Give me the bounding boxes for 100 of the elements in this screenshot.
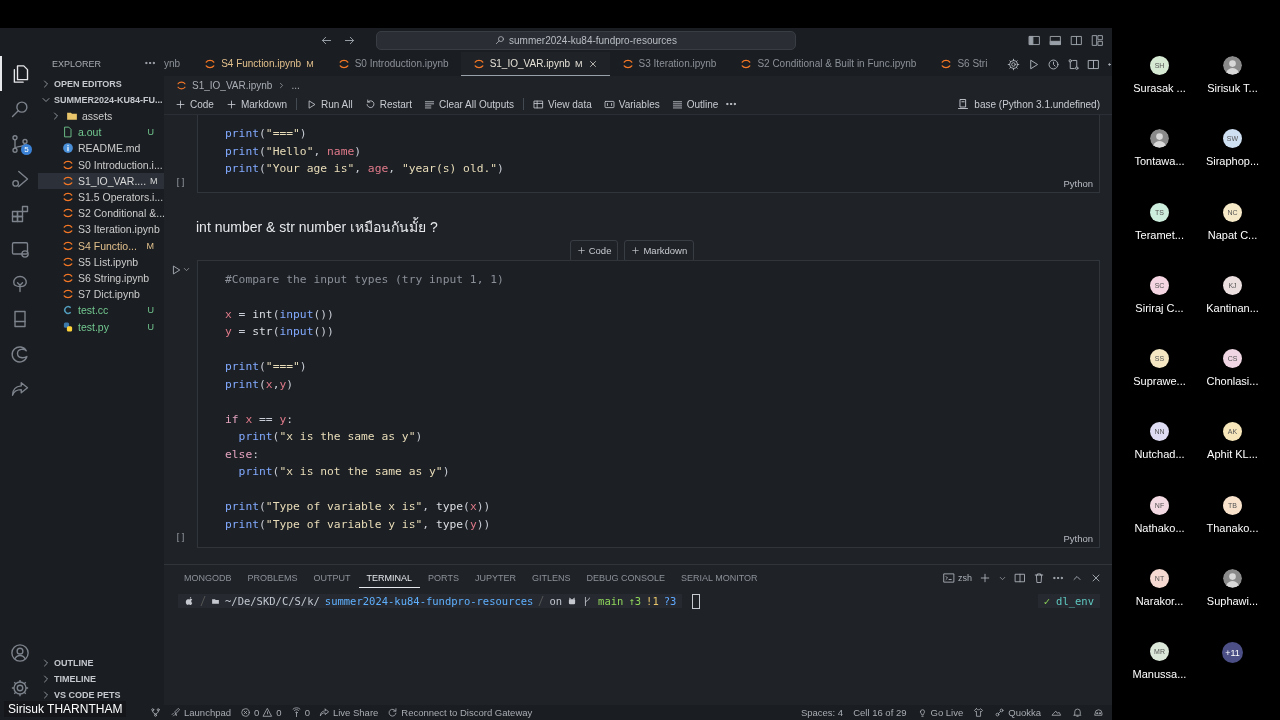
toolbar-button[interactable]: Restart [359, 98, 417, 110]
file-tree-item[interactable]: a.out U [38, 124, 164, 141]
editor-tab[interactable]: S0 Introduction.ipynb [325, 52, 461, 76]
panel-tab[interactable]: OUTPUT [305, 568, 359, 588]
run-debug-icon[interactable] [10, 168, 30, 189]
status-item[interactable]: Cell 16 of 29 [853, 707, 907, 718]
toolbar-button[interactable]: View data [528, 98, 597, 110]
chevron-icon[interactable] [182, 265, 191, 274]
apple-icon [184, 595, 195, 607]
toolbar-button[interactable]: Run All [301, 98, 358, 110]
notebook-icon [62, 223, 74, 236]
section-header[interactable]: VS CODE PETS [38, 687, 164, 703]
avatar-icon [1150, 129, 1169, 149]
insert-cell-button[interactable]: Markdown [624, 239, 695, 262]
breadcrumb-item[interactable]: S1_IO_VAR.ipynb [192, 79, 273, 91]
panel-tab[interactable]: MONGODB [176, 568, 240, 588]
panel-tab[interactable]: PROBLEMS [239, 568, 306, 588]
file-tree-item[interactable]: test.cc U [38, 302, 164, 319]
tree-icon[interactable] [10, 273, 30, 294]
panel-tab[interactable]: PORTS [420, 568, 467, 588]
language-label[interactable]: Python [1063, 177, 1093, 189]
run-cell-icon[interactable] [170, 263, 182, 276]
kernel-picker[interactable]: base (Python 3.1.undefined) [957, 98, 1100, 110]
terminal-selector[interactable]: zsh [943, 572, 972, 584]
file-tree-item[interactable]: S4 Functio... M [38, 237, 164, 254]
file-tree-item[interactable]: test.py U [38, 318, 164, 335]
status-item[interactable]: Launchpad [170, 707, 232, 718]
section-header[interactable]: TIMELINE [38, 671, 164, 687]
more-participants-badge[interactable]: +11 [1222, 642, 1243, 664]
play-icon[interactable] [1027, 57, 1041, 71]
panel-tab[interactable]: DEBUG CONSOLE [578, 568, 673, 588]
source-control-icon[interactable] [10, 133, 30, 154]
search-field[interactable]: summer2024-ku84-fundpro-resources [376, 30, 796, 50]
file-tree-item[interactable]: S1.5 Operators.i... [38, 188, 164, 206]
panel-tab[interactable]: SERIAL MONITOR [672, 568, 766, 588]
toolbar-button[interactable]: Variables [598, 98, 665, 110]
language-label[interactable]: Python [1063, 533, 1093, 544]
extensions-icon[interactable] [10, 203, 30, 224]
code-line: y = str(input()) [225, 324, 335, 340]
insert-cell-button[interactable]: Code [569, 239, 619, 262]
graph-icon[interactable] [150, 707, 161, 718]
settings-icon[interactable] [10, 677, 30, 698]
section-header[interactable]: OUTLINE [38, 655, 164, 671]
panel-layout-icon[interactable] [1049, 33, 1062, 47]
file-tree-item[interactable]: S5 List.ipynb [38, 253, 164, 270]
file-tree-item[interactable]: S2 Conditional &... [38, 205, 164, 222]
account-icon[interactable] [10, 642, 30, 663]
history-icon[interactable] [1047, 57, 1061, 71]
problems-status[interactable]: 0 0 [240, 707, 282, 718]
ports-status[interactable]: 0 [290, 707, 310, 718]
file-tree-item[interactable]: S6 String.ipynb [38, 269, 164, 287]
editor-tab[interactable]: S6 Stri [928, 52, 1000, 76]
participant-name: Suphawi... [1206, 595, 1259, 608]
file-tree-item[interactable]: S7 Dict.ipynb [38, 286, 164, 303]
plus-icon [576, 246, 586, 255]
panel-tab[interactable]: JUPYTER [466, 568, 524, 588]
gear-icon[interactable] [1007, 57, 1021, 71]
trash-icon[interactable] [1033, 572, 1045, 584]
plus-icon[interactable] [979, 572, 991, 584]
file-tree-item[interactable]: S1_IO_VAR.... M [38, 172, 164, 189]
bell-icon[interactable] [1072, 707, 1083, 718]
code-cell[interactable] [197, 259, 1100, 548]
close-icon[interactable] [587, 58, 598, 69]
status-item[interactable]: Spaces: 4 [800, 707, 844, 718]
section-header[interactable]: OPEN EDITORS [38, 76, 164, 92]
editor-tab[interactable]: S2 Conditional & Built in Func.ipynb [728, 52, 929, 76]
status-item[interactable]: Live Share [318, 707, 379, 718]
table-icon [533, 98, 544, 110]
shirt-icon[interactable] [973, 707, 985, 718]
split-layout-icon[interactable] [1070, 33, 1083, 47]
file-tree-item[interactable]: S3 Iteration.ipynb [38, 221, 164, 238]
editor-tab[interactable]: S1_IO_VAR.ipynb M [460, 52, 610, 76]
panel-tab[interactable]: TERMINAL [358, 568, 421, 588]
status-item[interactable]: Quokka [994, 707, 1041, 718]
file-tree-item[interactable]: assets [38, 108, 164, 125]
editor-tab[interactable]: S4 Function.ipynb M [192, 52, 326, 76]
editor-tab[interactable]: S3 Iteration.ipynb [609, 52, 729, 76]
split-icon[interactable] [1014, 572, 1026, 584]
split-editor-icon[interactable] [1087, 57, 1101, 71]
section-header[interactable]: SUMMER2024-KU84-FU... [38, 92, 164, 108]
notebook-icon [740, 57, 753, 70]
toolbar-button[interactable]: Code [170, 98, 219, 110]
toolbar-button[interactable]: Outline [666, 98, 724, 110]
close-icon[interactable] [1090, 572, 1102, 584]
status-item[interactable]: Reconnect to Discord Gateway [387, 707, 533, 718]
file-tree-item[interactable]: README.md [38, 140, 164, 157]
code-line: print(x,y) [225, 376, 295, 393]
sidebar-layout-icon[interactable] [1028, 33, 1041, 47]
compare-icon[interactable] [1067, 57, 1081, 71]
notebook-icon [337, 57, 350, 70]
status-item[interactable]: Go Live [916, 707, 964, 718]
toolbar-button[interactable]: Markdown [220, 98, 293, 110]
panel-tab[interactable]: GITLENS [523, 568, 579, 588]
info-icon [62, 142, 74, 155]
file-tree-item[interactable]: S0 Introduction.i... [38, 156, 164, 173]
editor-tab[interactable]: ynb [164, 52, 193, 76]
layout-icon[interactable] [1091, 33, 1104, 47]
breadcrumb-item[interactable]: ... [291, 79, 300, 91]
toolbar-button[interactable]: Clear All Outputs [418, 98, 519, 110]
code-cell[interactable]: print("===") print("Hello", name) print("Your age is", age, "year(s) old.") Python [197, 115, 1100, 193]
